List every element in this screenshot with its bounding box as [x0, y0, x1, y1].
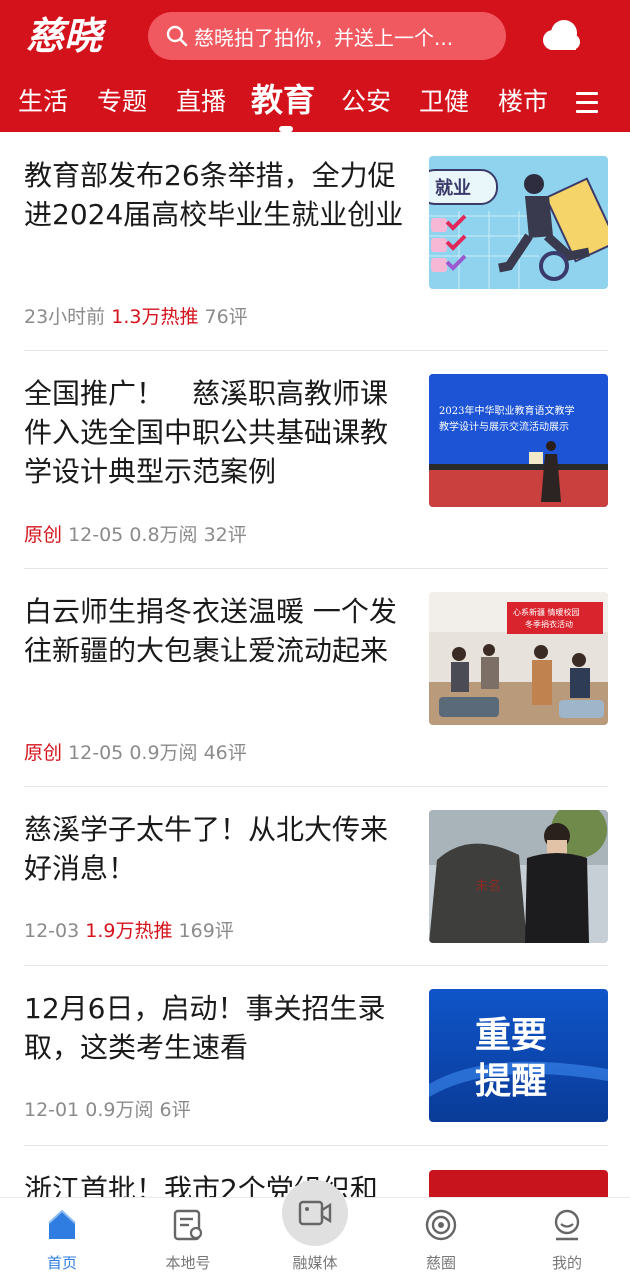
app-logo[interactable]: 慈晓	[26, 10, 118, 62]
search-bar[interactable]: 慈晓拍了拍你，并送上一个...	[148, 12, 506, 60]
news-meta: 12-03 1.9万热推 169评	[24, 916, 234, 943]
news-hot-count: 1.9万热推	[85, 920, 173, 942]
news-read-count: 0.8万阅	[129, 524, 198, 546]
news-meta: 原创 12-05 0.8万阅 32评	[24, 520, 247, 547]
search-placeholder: 慈晓拍了拍你，并送上一个...	[194, 25, 454, 50]
news-time: 12-05	[68, 742, 124, 764]
reminder-text-1: 重要	[475, 1015, 547, 1056]
news-title[interactable]: 全国推广！ 慈溪职高教师课件入选全国中职公共基础课教学设计典型示范案例	[24, 374, 414, 491]
news-comment-count: 32评	[203, 524, 247, 546]
news-title[interactable]: 慈溪学子太牛了！从北大传来好消息！	[24, 810, 414, 888]
search-icon	[166, 25, 188, 47]
news-time: 23小时前	[24, 306, 106, 328]
top-header: 慈晓 慈晓拍了拍你，并送上一个... 生活 专题 直播 教育 公安 卫健 楼市	[0, 0, 630, 132]
tab-police[interactable]: 公安	[341, 86, 391, 118]
tabbar-profile-label: 我的	[551, 1254, 582, 1272]
tabbar-home[interactable]: 首页	[12, 1198, 112, 1281]
news-thumbnail-employment[interactable]: 就业	[429, 156, 608, 289]
news-thumbnail-donation[interactable]: 心系新疆 情暖校园 冬季捐衣活动	[429, 592, 608, 725]
employment-banner-text: 就业	[435, 177, 471, 199]
profile-icon	[554, 1209, 580, 1241]
news-item[interactable]: 全国推广！ 慈溪职高教师课件入选全国中职公共基础课教学设计典型示范案例 原创 1…	[24, 374, 608, 570]
news-title[interactable]: 教育部发布26条举措，全力促进2024届高校毕业生就业创业	[24, 156, 414, 234]
news-item[interactable]: 白云师生捐冬衣送温暖 一个发往新疆的大包裹让爱流动起来 原创 12-05 0.9…	[24, 592, 608, 788]
news-comment-count: 6评	[159, 1099, 191, 1121]
news-feed: 教育部发布26条举措，全力促进2024届高校毕业生就业创业 23小时前 1.3万…	[0, 132, 630, 1197]
news-time: 12-03	[24, 920, 80, 942]
original-tag: 原创	[24, 524, 63, 546]
news-thumbnail-student[interactable]: 未名	[429, 810, 608, 943]
original-tag: 原创	[24, 742, 63, 764]
cloud-icon[interactable]	[538, 16, 582, 56]
divider	[24, 786, 608, 787]
stage-banner-text-1: 2023年中华职业教育语文教学	[439, 404, 574, 417]
tabbar-local-account[interactable]: 本地号	[138, 1198, 238, 1281]
news-time: 12-01	[24, 1099, 80, 1121]
news-thumbnail-partial[interactable]	[429, 1170, 608, 1197]
news-item[interactable]: 教育部发布26条举措，全力促进2024届高校毕业生就业创业 23小时前 1.3万…	[24, 156, 608, 352]
news-meta: 原创 12-05 0.9万阅 46评	[24, 738, 247, 765]
bottom-tab-bar: 首页 本地号 融媒体 慈圈 我的	[0, 1180, 630, 1281]
news-item[interactable]: 慈溪学子太牛了！从北大传来好消息！ 12-03 1.9万热推 169评 未名	[24, 810, 608, 1006]
divider	[24, 350, 608, 351]
news-title[interactable]: 白云师生捐冬衣送温暖 一个发往新疆的大包裹让爱流动起来	[24, 592, 414, 670]
donation-banner-text-2: 冬季捐衣活动	[525, 619, 573, 629]
stage-banner-text-2: 教学设计与展示交流活动展示	[439, 420, 569, 433]
news-thumbnail-stage[interactable]: 2023年中华职业教育语文教学 教学设计与展示交流活动展示	[429, 374, 608, 507]
tab-real-estate[interactable]: 楼市	[498, 86, 548, 118]
news-read-count: 0.9万阅	[85, 1099, 154, 1121]
news-title[interactable]: 浙江首批！我市2个党组织和	[24, 1170, 414, 1197]
news-comment-count: 46评	[203, 742, 247, 764]
news-item[interactable]: 12月6日，启动！事关招生录取，这类考生速看 12-01 0.9万阅 6评 重要…	[24, 989, 608, 1149]
home-icon	[48, 1209, 76, 1239]
tab-health[interactable]: 卫健	[419, 86, 469, 118]
tabbar-circle-label: 慈圈	[425, 1254, 456, 1272]
news-title[interactable]: 12月6日，启动！事关招生录取，这类考生速看	[24, 989, 414, 1067]
video-camera-icon	[298, 1200, 332, 1226]
news-thumbnail-reminder[interactable]: 重要 提醒	[429, 989, 608, 1122]
tab-education[interactable]: 教育	[251, 80, 315, 120]
local-account-icon	[173, 1209, 203, 1241]
tabbar-local-account-label: 本地号	[165, 1254, 211, 1272]
reminder-text-2: 提醒	[475, 1061, 547, 1102]
divider	[24, 965, 608, 966]
tabbar-circle[interactable]: 慈圈	[391, 1198, 491, 1281]
news-meta: 12-01 0.9万阅 6评	[24, 1095, 191, 1122]
divider	[24, 568, 608, 569]
tab-topics[interactable]: 专题	[97, 86, 147, 118]
news-comment-count: 76评	[204, 306, 248, 328]
news-meta: 23小时前 1.3万热推 76评	[24, 302, 248, 329]
hamburger-menu-icon[interactable]	[576, 92, 598, 114]
news-hot-count: 1.3万热推	[111, 306, 199, 328]
tabbar-profile[interactable]: 我的	[517, 1198, 617, 1281]
tabbar-media-label: 融媒体	[292, 1254, 338, 1272]
tabbar-media[interactable]: 融媒体	[265, 1180, 365, 1281]
category-tabs: 生活 专题 直播 教育 公安 卫健 楼市	[0, 76, 630, 132]
stone-inscription-text: 未名	[475, 878, 501, 894]
news-time: 12-05	[68, 524, 124, 546]
news-read-count: 0.9万阅	[129, 742, 198, 764]
tab-life[interactable]: 生活	[18, 86, 68, 118]
news-comment-count: 169评	[178, 920, 234, 942]
donation-banner-text-1: 心系新疆 情暖校园	[513, 607, 580, 617]
tab-live[interactable]: 直播	[176, 86, 226, 118]
divider	[24, 1145, 608, 1146]
circle-community-icon	[425, 1209, 457, 1241]
tabbar-home-label: 首页	[46, 1254, 77, 1272]
